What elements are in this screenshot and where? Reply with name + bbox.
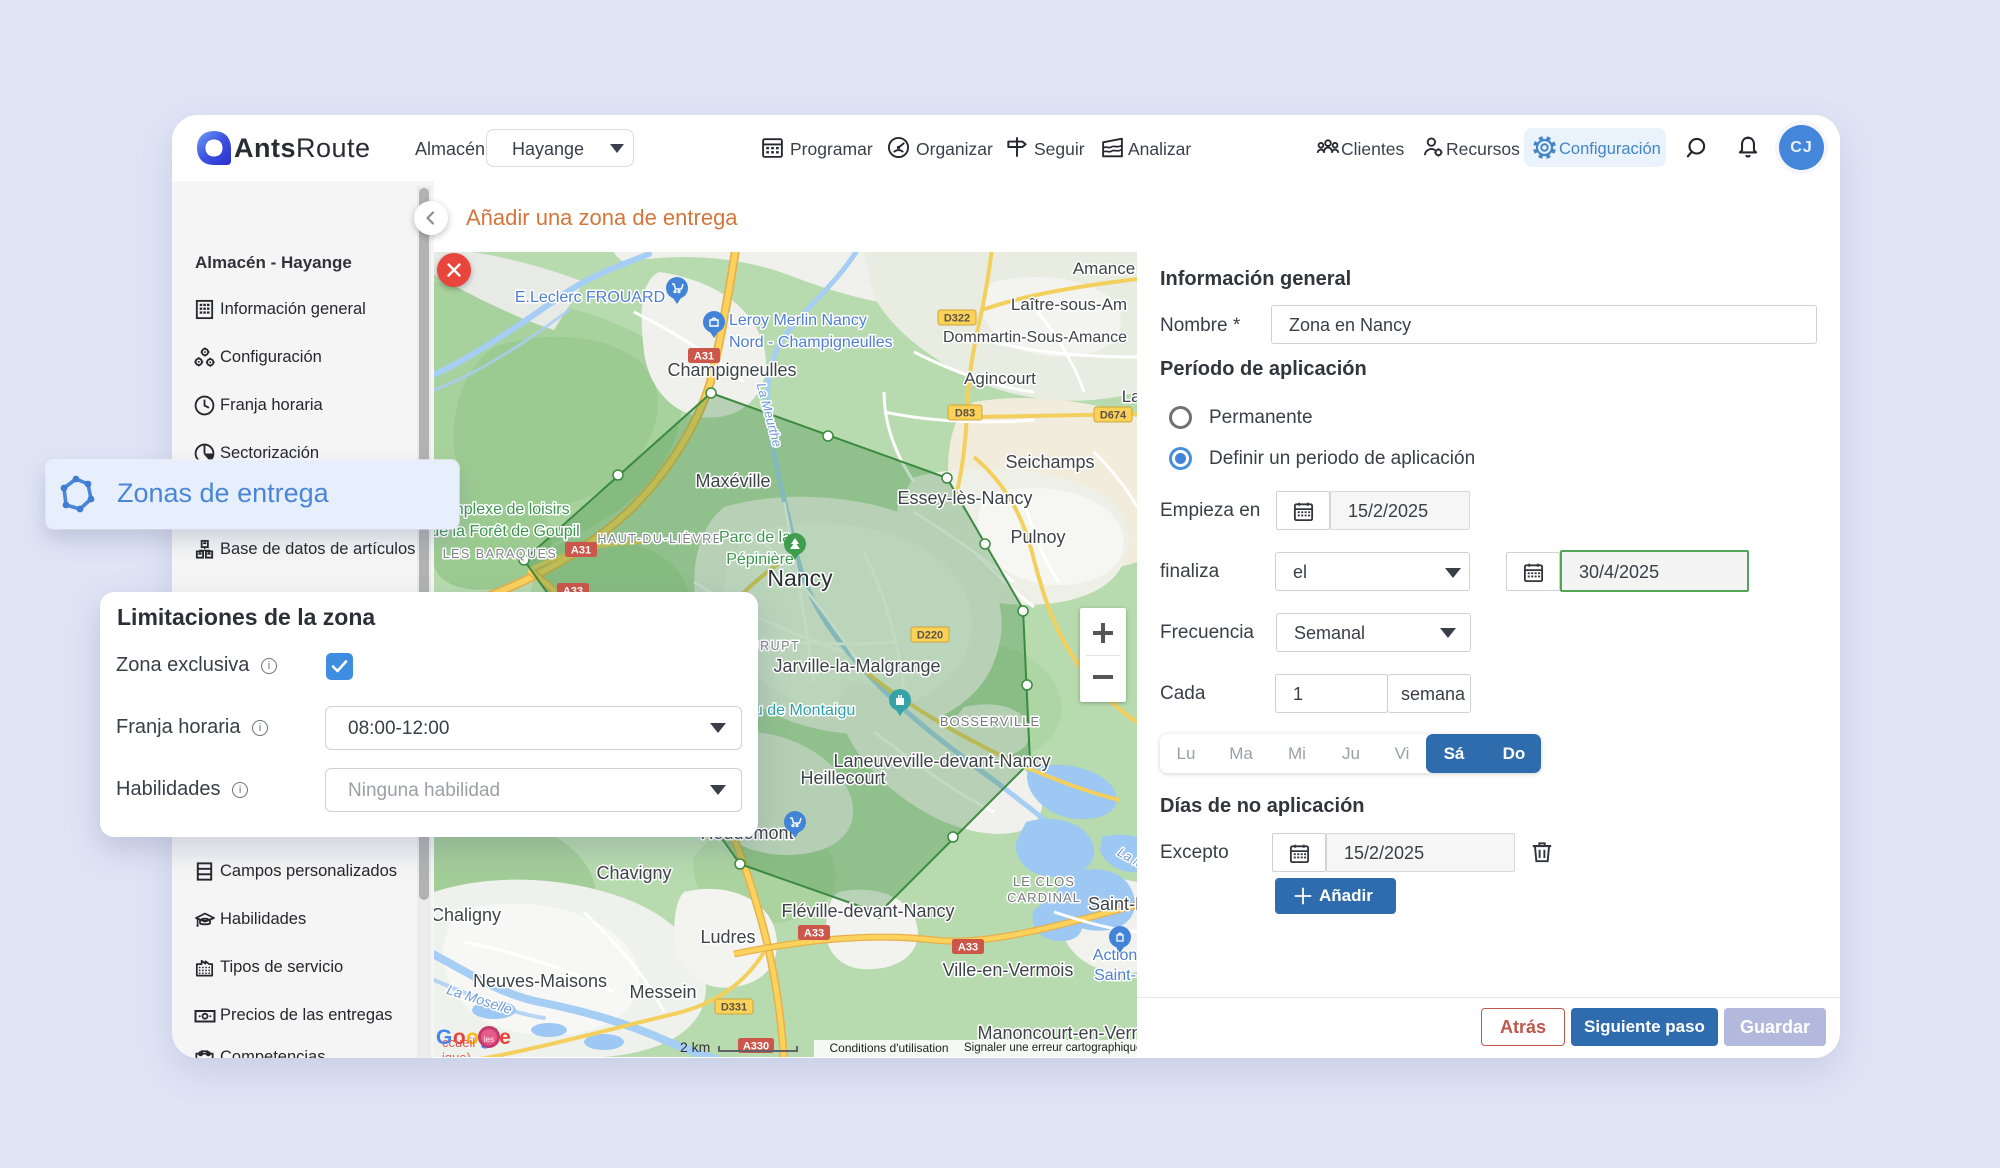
svg-text:E.Leclerc FROUARD: E.Leclerc FROUARD: [515, 289, 665, 306]
svg-text:Neuves-Maisons: Neuves-Maisons: [473, 971, 607, 991]
svg-text:Ludres: Ludres: [700, 927, 755, 947]
svg-text:Action: Action: [1093, 947, 1137, 964]
svg-text:A33: A33: [958, 942, 978, 954]
svg-text:CARDINAL: CARDINAL: [1007, 890, 1081, 905]
svg-text:Maxéville: Maxéville: [695, 471, 770, 491]
svg-text:Jarville-la-Malgrange: Jarville-la-Malgrange: [773, 656, 940, 676]
svg-text:Seichamps: Seichamps: [1005, 452, 1094, 472]
svg-text:A33: A33: [804, 928, 824, 940]
svg-text:Ville-en-Vermois: Ville-en-Vermois: [943, 960, 1074, 980]
svg-text:A31: A31: [694, 351, 714, 363]
svg-text:BOSSERVILLE: BOSSERVILLE: [940, 714, 1040, 729]
svg-text:Saint-: Saint-: [1094, 967, 1136, 984]
svg-text:Pulnoy: Pulnoy: [1010, 527, 1065, 547]
svg-text:Pépinière: Pépinière: [726, 551, 794, 568]
svg-text:Messein: Messein: [629, 982, 696, 1002]
svg-text:D322: D322: [944, 313, 970, 325]
svg-text:Chavigny: Chavigny: [596, 863, 671, 883]
svg-text:Champigneulles: Champigneulles: [667, 360, 796, 380]
svg-text:Agincourt: Agincourt: [964, 369, 1036, 388]
svg-text:D83: D83: [955, 408, 975, 420]
svg-text:D331: D331: [721, 1002, 747, 1014]
svg-text:LES BARAQUES: LES BARAQUES: [443, 547, 558, 561]
svg-text:A31: A31: [571, 545, 591, 557]
svg-text:Essey-lès-Nancy: Essey-lès-Nancy: [897, 488, 1032, 508]
svg-text:Chaligny: Chaligny: [434, 905, 501, 925]
svg-text:LE CLOS: LE CLOS: [1013, 874, 1075, 889]
svg-text:mplexe de loisirs: mplexe de loisirs: [450, 501, 569, 518]
svg-text:D674: D674: [1100, 410, 1127, 422]
svg-text:Heillecourt: Heillecourt: [800, 768, 885, 788]
svg-text:Amance: Amance: [1073, 259, 1135, 278]
svg-text:Dommartin-Sous-Amance: Dommartin-Sous-Amance: [943, 329, 1127, 346]
svg-text:Nancy: Nancy: [767, 565, 833, 591]
svg-text:Nord - Champigneulles: Nord - Champigneulles: [729, 334, 893, 351]
svg-text:Saint-N: Saint-N: [1088, 894, 1137, 914]
svg-text:HAUT-DU-LIÈVRE: HAUT-DU-LIÈVRE: [597, 531, 722, 546]
svg-text:Lar: Lar: [1122, 387, 1137, 406]
svg-text:D220: D220: [917, 630, 943, 642]
svg-text:Laître-sous-Am: Laître-sous-Am: [1011, 295, 1127, 314]
svg-text:Leroy Merlin Nancy: Leroy Merlin Nancy: [729, 312, 867, 329]
svg-text:Parc de la: Parc de la: [719, 529, 791, 546]
svg-text:Fléville-devant-Nancy: Fléville-devant-Nancy: [781, 901, 954, 921]
